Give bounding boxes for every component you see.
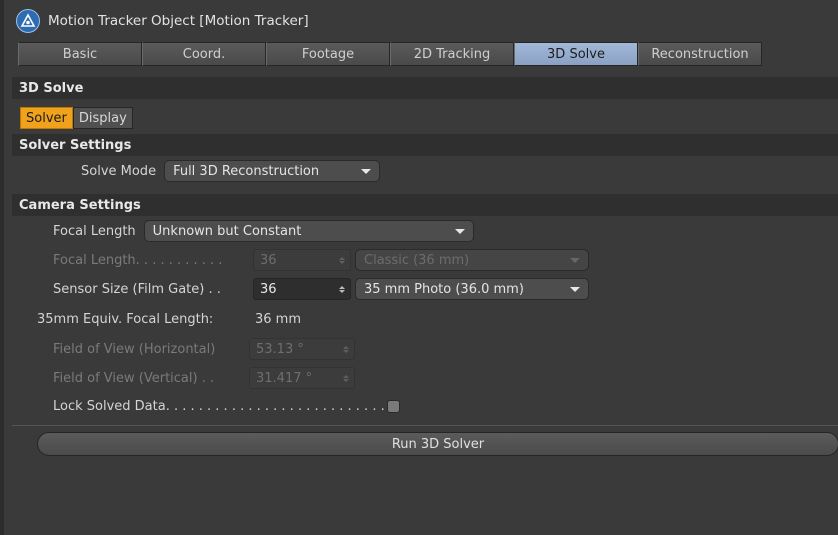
tab-bar: Basic Coord. Footage 2D Tracking 3D Solv… [18,42,762,68]
section-camera-settings: Camera Settings [12,194,838,216]
chevron-down-icon [570,286,580,292]
chevron-down-icon [454,228,465,234]
subtab-display[interactable]: Display [72,107,133,129]
fov-vertical-field: 31.417 ° [249,367,355,389]
fov-horizontal-row: Field of View (Horizontal) 53.13 ° [53,338,355,360]
focal-length-preset-value: Classic (36 mm) [364,252,470,268]
fov-horizontal-label: Field of View (Horizontal) [53,341,216,357]
tab-2d-tracking[interactable]: 2D Tracking [390,42,514,66]
equiv-focal-label: 35mm Equiv. Focal Length: [37,311,214,327]
section-solver-settings: Solver Settings [12,134,838,156]
focal-length-value: 36 [260,252,277,268]
solve-mode-dropdown[interactable]: Full 3D Reconstruction [164,160,381,182]
solve-mode-value: Full 3D Reconstruction [173,163,320,179]
spinner-icon [339,256,345,264]
sensor-size-value: 36 [260,281,277,297]
sensor-size-label: Sensor Size (Film Gate) . . [53,281,221,297]
attribute-manager-panel: Motion Tracker Object [Motion Tracker] B… [0,0,838,535]
divider [12,425,838,426]
tab-coord[interactable]: Coord. [142,42,266,66]
equiv-focal-row: 35mm Equiv. Focal Length: 36 mm [37,308,301,330]
tab-reconstruction[interactable]: Reconstruction [638,42,762,66]
focal-length-field: 36 [253,249,351,271]
focal-length-label: Focal Length. . . . . . . . . . . [53,252,223,268]
chevron-down-icon [361,168,372,174]
run-3d-solver-button[interactable]: Run 3D Solver [37,432,838,456]
fov-vertical-value: 31.417 ° [256,370,313,386]
panel-header: Motion Tracker Object [Motion Tracker] [16,8,309,34]
motion-tracker-icon [16,9,40,33]
chevron-down-icon [570,257,580,263]
equiv-focal-value: 36 mm [255,311,302,327]
focal-length-mode-row: Focal Length Unknown but Constant [53,220,474,242]
solve-mode-label: Solve Mode [81,163,157,179]
fov-horizontal-field: 53.13 ° [249,338,355,360]
solve-mode-row: Solve Mode Full 3D Reconstruction [81,160,381,182]
focal-length-row: Focal Length. . . . . . . . . . . 36 Cla… [53,249,589,271]
panel-title: Motion Tracker Object [Motion Tracker] [48,13,309,29]
sensor-size-preset-value: 35 mm Photo (36.0 mm) [364,281,524,297]
spinner-icon [343,345,349,353]
tab-footage[interactable]: Footage [266,42,390,66]
spinner-icon [343,374,349,382]
lock-solved-row: Lock Solved Data. . . . . . . . . . . . … [53,395,400,417]
section-3d-solve: 3D Solve [12,77,838,99]
fov-vertical-label: Field of View (Vertical) . . [53,370,215,386]
subtab-solver[interactable]: Solver [20,107,73,129]
focal-length-mode-label: Focal Length [53,223,136,239]
lock-solved-label: Lock Solved Data. . . . . . . . . . . . … [53,398,385,414]
sensor-size-preset-dropdown[interactable]: 35 mm Photo (36.0 mm) [355,278,589,300]
fov-horizontal-value: 53.13 ° [256,341,304,357]
lock-solved-checkbox[interactable] [386,399,400,413]
focal-length-mode-dropdown[interactable]: Unknown but Constant [143,220,474,242]
fov-vertical-row: Field of View (Vertical) . . 31.417 ° [53,367,355,389]
focal-length-preset-dropdown: Classic (36 mm) [355,249,589,271]
subtab-bar: Solver Display [20,107,133,129]
focal-length-mode-value: Unknown but Constant [152,223,302,239]
tab-3d-solve[interactable]: 3D Solve [514,42,638,66]
sensor-size-field[interactable]: 36 [253,278,351,300]
sensor-size-row: Sensor Size (Film Gate) . . 36 35 mm Pho… [53,278,589,300]
spinner-icon[interactable] [339,285,345,293]
tab-basic[interactable]: Basic [18,42,142,66]
